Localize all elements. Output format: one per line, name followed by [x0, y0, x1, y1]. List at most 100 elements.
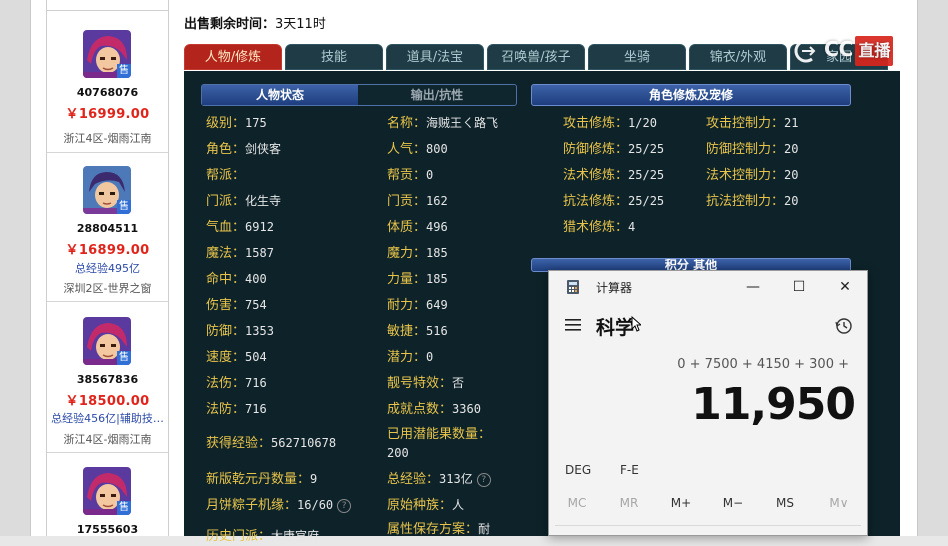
extra-stat-row: 历史门派：大唐官府 — [206, 527, 319, 546]
stat-row-label: 体质： — [387, 220, 427, 235]
cultivation-row: 法术修炼：25/25 法术控制力：20 — [563, 166, 798, 185]
tab-pets[interactable]: 召唤兽/孩子 — [487, 44, 585, 70]
extra-stat-row: 获得经验：562710678 — [206, 434, 336, 453]
tab-items[interactable]: 道具/法宝 — [386, 44, 484, 70]
stat-row-label: 速度： — [206, 350, 246, 365]
tab-outfits[interactable]: 锦衣/外观 — [689, 44, 787, 70]
stat-row-label: 法防： — [206, 402, 246, 417]
stat-row-value: 0 — [426, 168, 434, 182]
listing-server: 浙江4区-烟雨江南 — [63, 132, 152, 145]
listing-price: ￥16999.00 — [65, 107, 150, 122]
stat-row-label: 成就点数： — [387, 402, 453, 417]
character-avatar[interactable]: 售 — [83, 166, 131, 214]
control-label: 攻击控制力： — [706, 116, 785, 131]
listing-id: 40768076 — [76, 86, 139, 99]
tab-character-cultivation[interactable]: 人物/修炼 — [184, 44, 282, 70]
extra-stat-row-label: 历史门派： — [206, 529, 272, 544]
extra-stat-row-value: 562710678 — [271, 436, 337, 450]
memory-recall-button[interactable]: MR — [609, 496, 649, 510]
menu-icon[interactable] — [565, 319, 581, 331]
cultivation-value: 1/20 — [628, 116, 657, 130]
memory-clear-button[interactable]: MC — [557, 496, 597, 510]
stat-row-value: 162 — [426, 194, 448, 208]
stat-row: 气血：6912 — [206, 218, 274, 237]
stat-row: 角色：剑侠客 — [206, 140, 281, 159]
fixed-exponent-toggle[interactable]: F-E — [620, 463, 639, 477]
cc-logo-icon — [794, 39, 816, 62]
cultivation-value: 25/25 — [628, 168, 665, 182]
extra-stat-row-label: 已用潜能果数量： — [387, 427, 492, 442]
divider — [555, 525, 861, 526]
character-avatar[interactable]: 售 — [83, 317, 131, 365]
history-icon[interactable] — [835, 317, 853, 335]
extra-stat-row: 原始种族：人 — [387, 496, 464, 515]
for-sale-badge: 售 — [117, 501, 131, 515]
extra-stat-row-value: 9 — [310, 472, 318, 486]
stat-row: 成就点数：3360 — [387, 400, 481, 419]
extra-stat-row-label: 原始种族： — [387, 498, 453, 513]
cc-live-watermark: CC 直播 — [792, 34, 894, 66]
stat-row-label: 门贡： — [387, 194, 427, 209]
maximize-button[interactable]: ☐ — [787, 277, 811, 297]
stat-row-label: 法伤： — [206, 376, 246, 391]
close-button[interactable]: ✕ — [833, 277, 857, 297]
listing-id: 28804511 — [76, 222, 139, 235]
calculator-expression: 0 + 7500 + 4150 + 300 + — [677, 357, 849, 372]
stat-row: 伤害：754 — [206, 296, 267, 315]
angle-unit-toggle[interactable]: DEG — [565, 463, 591, 477]
stat-row-label: 人气： — [387, 142, 427, 157]
stat-row: 魔力：185 — [387, 244, 448, 263]
stat-row-value: 716 — [245, 402, 267, 416]
section-output-tab[interactable]: 输出/抗性 — [358, 85, 516, 105]
stat-row: 级别：175 — [206, 114, 267, 133]
watermark-text: CC — [824, 37, 854, 61]
extra-stat-row: 月饼粽子机缘：16/60? — [206, 496, 352, 515]
divider — [47, 152, 168, 153]
stat-row-label: 命中： — [206, 272, 246, 287]
memory-add-button[interactable]: M+ — [661, 496, 701, 510]
memory-store-button[interactable]: MS — [765, 496, 805, 510]
stat-row: 速度：504 — [206, 348, 267, 367]
calculator-titlebar[interactable]: 计算器 — ☐ ✕ — [549, 271, 867, 303]
stat-row-value: 1353 — [245, 324, 274, 338]
character-avatar[interactable]: 售 — [83, 30, 131, 78]
stat-row: 潜力：0 — [387, 348, 433, 367]
stat-row-value: 516 — [426, 324, 448, 338]
extra-stat-row: 新版乾元丹数量：9 — [206, 470, 317, 489]
extra-stat-row-value: 耐 — [478, 522, 491, 536]
control-value: 20 — [784, 194, 799, 208]
stat-row-value: 504 — [245, 350, 267, 364]
stat-row: 人气：800 — [387, 140, 448, 159]
help-icon[interactable]: ? — [337, 498, 352, 513]
minimize-button[interactable]: — — [741, 277, 765, 297]
tab-mounts[interactable]: 坐骑 — [588, 44, 686, 70]
character-avatar[interactable]: 售 — [83, 467, 131, 515]
cultivation-value: 25/25 — [628, 194, 665, 208]
for-sale-badge: 售 — [117, 200, 131, 214]
help-icon[interactable]: ? — [476, 472, 491, 487]
calculator-window[interactable]: 计算器 — ☐ ✕ 科学 0 + 7500 + 4150 + 300 + 11,… — [548, 270, 868, 536]
listing-note: 总经验495亿 — [75, 262, 140, 275]
section-status-tab[interactable]: 人物状态 — [202, 85, 358, 105]
stat-row: 门派：化生寺 — [206, 192, 281, 211]
memory-subtract-button[interactable]: M− — [713, 496, 753, 510]
extra-stat-row-value: 16/60 — [297, 498, 334, 512]
stat-row-label: 魔法： — [206, 246, 246, 261]
stat-row-label: 防御： — [206, 324, 246, 339]
stat-row: 命中：400 — [206, 270, 267, 289]
tab-skills[interactable]: 技能 — [285, 44, 383, 70]
for-sale-badge: 售 — [117, 351, 131, 365]
stat-row: 帮派： — [206, 166, 245, 185]
cultivation-row: 攻击修炼：1/20 攻击控制力：21 — [563, 114, 798, 133]
cultivation-label: 法术修炼： — [563, 168, 629, 183]
memory-list-button[interactable]: M∨ — [819, 496, 859, 510]
control-label: 法术控制力： — [706, 168, 785, 183]
divider — [47, 301, 168, 302]
stat-row-label: 名称： — [387, 116, 427, 131]
stat-row-value: 716 — [245, 376, 267, 390]
extra-stat-row-label: 获得经验： — [206, 436, 272, 451]
extra-stat-row-label: 总经验： — [387, 472, 440, 487]
stat-row: 魔法：1587 — [206, 244, 274, 263]
stat-row: 名称：海贼王ㄑ路飞 — [387, 114, 498, 133]
stat-row: 门贡：162 — [387, 192, 448, 211]
